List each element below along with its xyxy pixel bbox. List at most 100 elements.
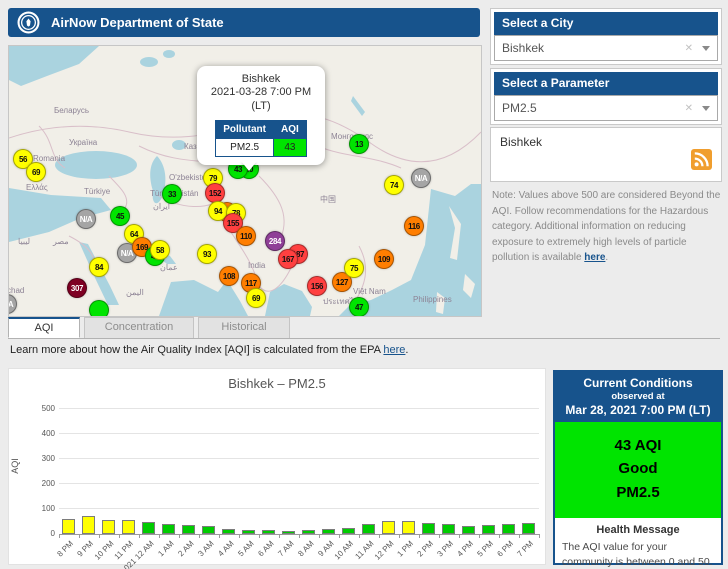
- aqi-bar-chart: Bishkek – PM2.5 AQI 01002003004005008 PM…: [8, 368, 546, 565]
- aqi-marker[interactable]: N/A: [76, 209, 96, 229]
- chart-x-tick-label: 2 AM: [176, 539, 195, 558]
- chart-bar-slot: 9 PM: [79, 409, 99, 534]
- aqi-marker[interactable]: 33: [162, 184, 182, 204]
- learn-more-line: Learn more about how the Air Quality Ind…: [10, 344, 408, 356]
- chart-bar[interactable]: [442, 524, 455, 534]
- chart-bar[interactable]: [422, 523, 435, 534]
- aqi-marker[interactable]: 84: [89, 257, 109, 277]
- chart-bar-slot: 5 PM: [479, 409, 499, 534]
- chart-bar[interactable]: [342, 528, 355, 534]
- chart-y-tick-label: 500: [27, 404, 55, 413]
- aqi-marker[interactable]: [89, 300, 109, 317]
- aqi-map[interactable]: БеларусьУкраїнаКазақстанRomaniaΕλλάςTürk…: [8, 45, 482, 317]
- map-country-label: ليبيا: [18, 237, 30, 246]
- health-message-title: Health Message: [562, 524, 714, 536]
- popup-datetime: 2021-03-28 7:00 PM (LT): [202, 86, 320, 114]
- map-country-label: Україна: [69, 138, 97, 147]
- tab-historical[interactable]: Historical: [198, 317, 290, 338]
- chart-bar-slot: 12 PM: [379, 409, 399, 534]
- chart-bar[interactable]: [242, 530, 255, 534]
- aqi-marker[interactable]: 47: [349, 297, 369, 317]
- aqi-marker[interactable]: 108: [219, 266, 239, 286]
- chart-bar[interactable]: [302, 530, 315, 534]
- chart-x-tick: [379, 534, 380, 538]
- chart-bar[interactable]: [182, 525, 195, 534]
- popup-pollutant-value: PM2.5: [216, 138, 274, 156]
- chart-bar[interactable]: [82, 516, 95, 534]
- chart-x-tick-label: 10 AM: [333, 539, 355, 561]
- clear-icon[interactable]: ✕: [685, 103, 693, 114]
- aqi-marker[interactable]: 152: [205, 183, 225, 203]
- chart-bar[interactable]: [102, 520, 115, 535]
- rss-icon[interactable]: [691, 149, 712, 170]
- chart-bar[interactable]: [222, 529, 235, 534]
- aqi-marker[interactable]: 13: [349, 134, 369, 154]
- chart-y-tick-label: 100: [27, 504, 55, 513]
- chart-bar[interactable]: [522, 523, 535, 534]
- chart-bar[interactable]: [262, 530, 275, 534]
- page-title: AirNow Department of State: [51, 15, 224, 30]
- city-select[interactable]: Bishkek ✕: [494, 35, 718, 61]
- popup-aqi-header: AQI: [274, 120, 307, 138]
- chart-bar[interactable]: [362, 524, 375, 535]
- aqi-marker[interactable]: 75: [344, 258, 364, 278]
- city-select-value: Bishkek: [502, 41, 685, 55]
- chart-x-tick: [479, 534, 480, 538]
- note-here-link[interactable]: here: [584, 252, 605, 263]
- chart-bar[interactable]: [382, 521, 395, 534]
- clear-icon[interactable]: ✕: [685, 43, 693, 54]
- chart-bar[interactable]: [482, 525, 495, 534]
- chart-x-tick: [439, 534, 440, 538]
- aqi-marker[interactable]: 110: [236, 226, 256, 246]
- chart-bar[interactable]: [62, 519, 75, 534]
- chart-x-tick-label: 1 AM: [156, 539, 175, 558]
- beyond-aqi-note: Note: Values above 500 are considered Be…: [492, 188, 724, 266]
- dos-seal-icon: [17, 11, 40, 34]
- chart-bar-slot: 8 AM: [299, 409, 319, 534]
- map-country-label: Việt Nam: [353, 287, 386, 296]
- chart-bar[interactable]: [202, 526, 215, 534]
- aqi-marker[interactable]: 167: [278, 249, 298, 269]
- chart-y-tick-label: 300: [27, 454, 55, 463]
- current-conditions-header: Current Conditions observed at Mar 28, 2…: [555, 372, 721, 422]
- chart-bar[interactable]: [122, 520, 135, 534]
- aqi-marker[interactable]: 307: [67, 278, 87, 298]
- chart-bar[interactable]: [162, 524, 175, 534]
- chart-bar[interactable]: [402, 521, 415, 534]
- aqi-marker[interactable]: 116: [404, 216, 424, 236]
- aqi-marker[interactable]: 45: [110, 206, 130, 226]
- chart-bar[interactable]: [462, 526, 475, 535]
- learn-more-text: Learn more about how the Air Quality Ind…: [10, 344, 383, 356]
- chevron-down-icon[interactable]: [702, 46, 710, 51]
- chart-x-tick-label: 6 AM: [256, 539, 275, 558]
- aqi-marker[interactable]: 58: [150, 240, 170, 260]
- chevron-down-icon[interactable]: [702, 106, 710, 111]
- chart-bar[interactable]: [322, 529, 335, 534]
- chart-bar[interactable]: [142, 522, 155, 534]
- chart-bar-slot: 1 PM: [399, 409, 419, 534]
- aqi-marker[interactable]: 109: [374, 249, 394, 269]
- map-country-label: Беларусь: [54, 106, 89, 115]
- chart-bar-slot: 3 AM: [199, 409, 219, 534]
- map-country-label: 中国: [320, 194, 336, 205]
- learn-more-here-link[interactable]: here: [383, 344, 405, 356]
- chart-x-tick: [499, 534, 500, 538]
- chart-y-tick-label: 0: [27, 529, 55, 538]
- popup-city: Bishkek: [202, 73, 320, 85]
- tab-aqi[interactable]: AQI: [8, 317, 80, 338]
- chart-bar[interactable]: [502, 524, 515, 535]
- aqi-marker[interactable]: 74: [384, 175, 404, 195]
- airnow-page: AirNow Department of State: [0, 0, 728, 569]
- aqi-marker[interactable]: N/A: [411, 168, 431, 188]
- chart-x-tick: [279, 534, 280, 538]
- aqi-marker[interactable]: 156: [307, 276, 327, 296]
- aqi-marker[interactable]: 69: [246, 288, 266, 308]
- tab-concentration[interactable]: Concentration: [84, 317, 194, 338]
- chart-x-tick: [179, 534, 180, 538]
- aqi-marker[interactable]: 69: [26, 162, 46, 182]
- parameter-select[interactable]: PM2.5 ✕: [494, 95, 718, 121]
- chart-bar[interactable]: [282, 531, 295, 534]
- aqi-marker[interactable]: 93: [197, 244, 217, 264]
- chart-x-tick: [239, 534, 240, 538]
- aqi-marker[interactable]: 284: [265, 231, 285, 251]
